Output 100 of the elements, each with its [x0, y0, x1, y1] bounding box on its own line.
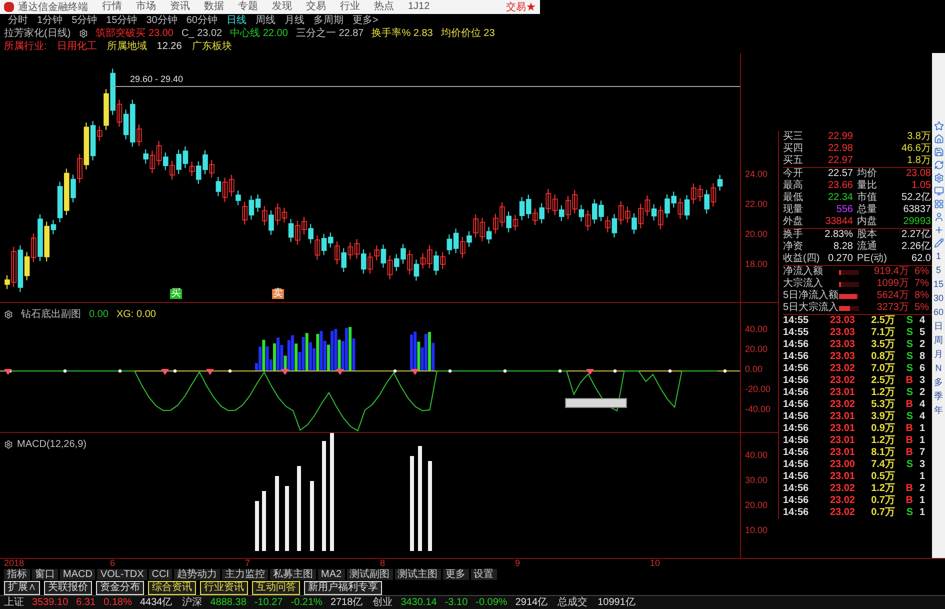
- user-icon[interactable]: [934, 212, 944, 222]
- extension-link[interactable]: 关联报价: [44, 581, 92, 595]
- period-shortcut[interactable]: 1: [936, 251, 941, 262]
- period-tab[interactable]: 30分钟: [146, 16, 178, 26]
- period-tab[interactable]: 1分钟: [37, 16, 63, 26]
- pencil-icon[interactable]: [934, 238, 944, 248]
- extension-link[interactable]: 行业资讯: [200, 581, 248, 595]
- period-tab[interactable]: 多周期: [314, 16, 344, 26]
- extension-link[interactable]: 资金分布: [96, 581, 144, 595]
- extension-link[interactable]: 互动问答: [252, 581, 300, 595]
- indicator-tab[interactable]: CCI: [148, 569, 172, 580]
- trade-price: 23.01: [828, 411, 855, 423]
- trade-price: 23.02: [828, 507, 855, 519]
- floating-toolbar[interactable]: [565, 398, 627, 408]
- trade-side: B: [906, 375, 913, 386]
- date-label: 10: [650, 556, 662, 570]
- extension-link[interactable]: 综合资讯: [148, 581, 196, 595]
- menu-item[interactable]: 1J12: [408, 2, 430, 12]
- index-value: 4888.38: [210, 596, 246, 609]
- period-shortcut[interactable]: 15: [933, 279, 944, 290]
- monitor-icon[interactable]: [934, 186, 944, 196]
- trade-volume: 8.1万: [870, 447, 895, 459]
- indicator-tab[interactable]: 主力监控: [222, 569, 268, 580]
- indicator-tab[interactable]: 测试主图: [394, 569, 441, 580]
- indicator-tab[interactable]: 更多: [442, 569, 469, 580]
- axis-label: 20.00: [745, 345, 769, 356]
- flow-label: 净流入额: [783, 266, 824, 278]
- period-tab[interactable]: 分时: [8, 16, 28, 26]
- trade-time: 14:56: [783, 459, 810, 471]
- index-name: 沪深: [182, 596, 202, 609]
- indicator-tab[interactable]: VOL-TDX: [97, 569, 147, 580]
- period-tab[interactable]: 周线: [256, 16, 276, 26]
- settings-icon[interactable]: [4, 440, 13, 449]
- trade-price: 23.03: [828, 351, 855, 363]
- menu-item[interactable]: 行情: [102, 2, 122, 12]
- flow-label: 大宗流入: [783, 278, 824, 290]
- menu-item[interactable]: 数据: [204, 2, 224, 12]
- period-shortcut[interactable]: 30: [933, 293, 944, 304]
- trade-volume: 1.2万: [870, 435, 895, 447]
- quote-label: 外盘: [783, 216, 804, 228]
- period-tab[interactable]: 更多>: [352, 16, 378, 26]
- period-tab[interactable]: 15分钟: [106, 16, 138, 26]
- period-shortcut[interactable]: 月: [934, 349, 943, 360]
- trade-price: 23.02: [828, 483, 855, 495]
- flow-amount: 3273万: [876, 302, 909, 314]
- period-shortcut[interactable]: 季: [934, 391, 943, 402]
- trade-side: S: [906, 411, 913, 422]
- quote-value: 22.99: [826, 131, 853, 143]
- period-tab[interactable]: 60分钟: [186, 16, 218, 26]
- period-tab[interactable]: 月线: [284, 16, 304, 26]
- quote-value: 556: [835, 204, 853, 216]
- menu-item[interactable]: 热点: [374, 2, 394, 12]
- period-shortcut[interactable]: 多: [934, 377, 943, 388]
- flow-amount: 5624万: [876, 290, 909, 302]
- menu-item[interactable]: 行业: [340, 2, 360, 12]
- indicator-tab[interactable]: 测试副图: [346, 569, 393, 580]
- home-icon[interactable]: [934, 134, 944, 144]
- period-tab[interactable]: 5分钟: [72, 16, 98, 26]
- quote-label: 买五: [783, 155, 804, 167]
- indicator-tab[interactable]: 私募主图: [270, 569, 316, 580]
- stock-tag: 所属地域: [106, 39, 147, 54]
- period-shortcut[interactable]: 年: [934, 405, 943, 416]
- quote-value: 52.2亿: [900, 192, 931, 204]
- period-shortcut[interactable]: N: [935, 363, 942, 374]
- trade-side: S: [906, 387, 913, 398]
- trade-time: 14:56: [783, 411, 810, 423]
- grid-icon[interactable]: [934, 199, 944, 209]
- index-change: -10.27: [254, 596, 283, 609]
- extension-link[interactable]: 新用户福利专享: [304, 581, 382, 595]
- plus-icon[interactable]: [934, 225, 944, 235]
- indicator-tab[interactable]: 指标: [4, 569, 30, 580]
- indicator-value: 筑部突破买 23.00: [96, 26, 174, 40]
- quote-value: 22.57: [826, 168, 853, 180]
- indicator-tab[interactable]: 窗口: [32, 569, 58, 580]
- flow-percent: 6%: [914, 266, 929, 278]
- menu-item[interactable]: 资讯: [170, 2, 190, 12]
- settings-icon[interactable]: [78, 29, 88, 38]
- indicator-tab[interactable]: MA2: [318, 569, 345, 580]
- indicator-tab[interactable]: 趋势动力: [174, 569, 220, 580]
- period-shortcut[interactable]: 5: [936, 265, 941, 276]
- period-shortcut[interactable]: 周: [934, 335, 943, 346]
- settings-icon[interactable]: [4, 310, 13, 319]
- indicator-tab[interactable]: 设置: [470, 569, 497, 580]
- menu-item[interactable]: 发现: [272, 2, 292, 12]
- quote-value: 22.34: [826, 192, 853, 204]
- indicator-tab[interactable]: MACD: [60, 569, 96, 580]
- menu-item[interactable]: 交易: [306, 2, 326, 12]
- refresh-icon[interactable]: [934, 160, 944, 170]
- signal-marker: 卖: [272, 289, 284, 299]
- menu-item[interactable]: 专题: [238, 2, 258, 12]
- period-tab[interactable]: 日线: [226, 16, 246, 26]
- trade-time: 14:56: [783, 351, 810, 363]
- trade-count: 1: [918, 471, 925, 483]
- period-shortcut[interactable]: 日: [934, 321, 943, 332]
- menu-item[interactable]: 市场: [136, 2, 156, 12]
- period-shortcut[interactable]: 60: [933, 307, 944, 318]
- save-icon[interactable]: [934, 147, 944, 157]
- extension-link[interactable]: 扩展∧: [4, 581, 40, 595]
- trade-link[interactable]: 交易★: [506, 0, 536, 14]
- star-icon[interactable]: [934, 121, 944, 131]
